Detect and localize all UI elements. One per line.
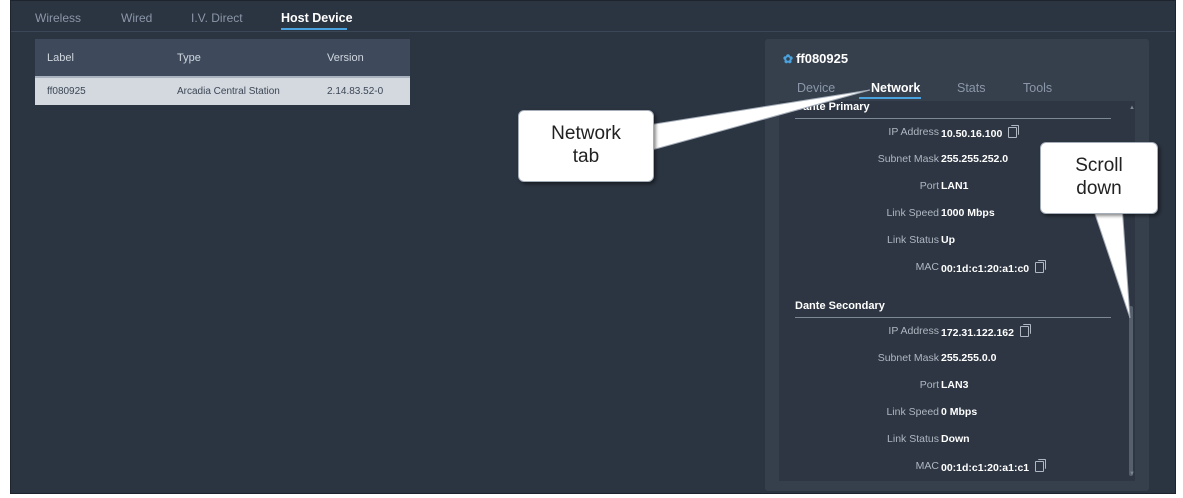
callout-scroll-down: Scroll down	[1040, 142, 1158, 214]
network-tab-pointer	[641, 89, 871, 152]
scroll-down-pointer	[1091, 204, 1131, 319]
callout-pointers	[641, 89, 1131, 319]
callout-scroll-line2: down	[1076, 178, 1122, 199]
callout-network-tab: Network tab	[518, 110, 654, 182]
callout-scroll-line1: Scroll	[1075, 155, 1123, 176]
callout-network-line2: tab	[572, 146, 600, 167]
callout-network-line1: Network	[551, 123, 621, 144]
